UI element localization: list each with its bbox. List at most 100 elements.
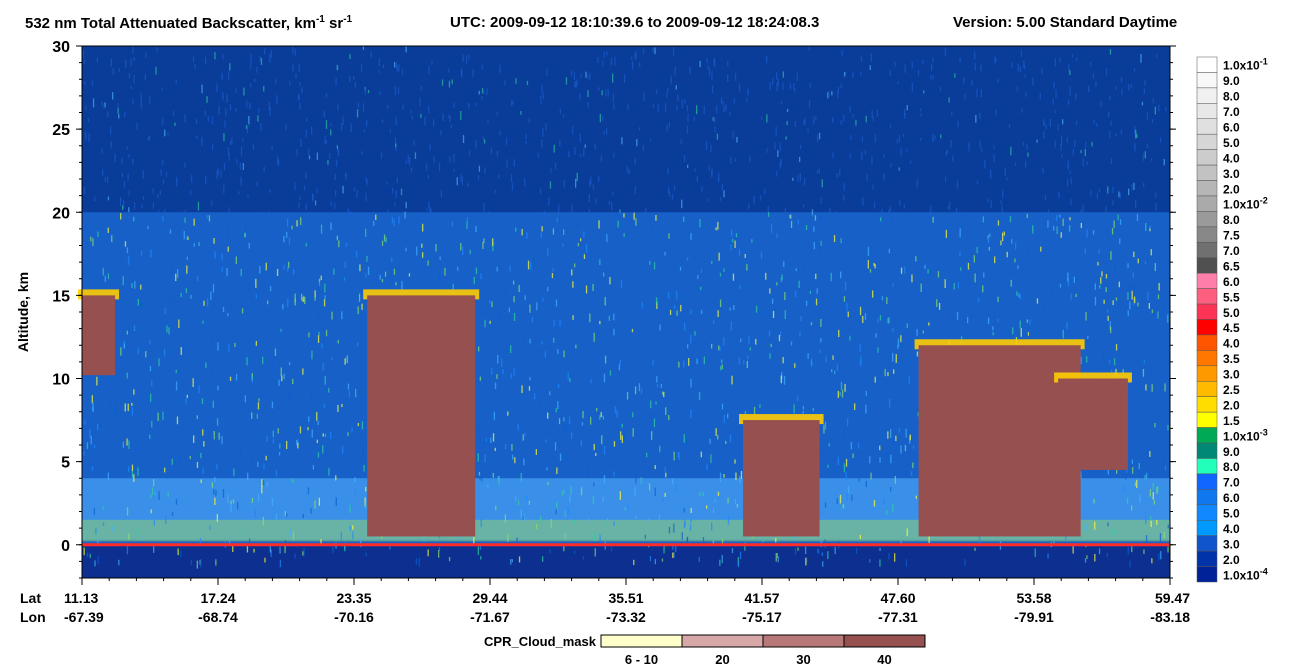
noise-speck [492,238,494,246]
noise-speck [587,471,590,475]
noise-speck [949,201,951,210]
noise-speck [798,280,800,288]
noise-speck [292,478,294,483]
noise-speck [475,140,477,149]
noise-speck [1154,106,1156,115]
noise-speck [567,372,569,380]
noise-speck [716,105,718,114]
noise-speck [410,167,413,173]
noise-speck [1136,479,1138,488]
noise-speck [572,338,574,343]
noise-speck [466,216,468,224]
noise-speck [237,281,239,288]
noise-speck [193,218,195,226]
noise-speck [720,366,722,371]
noise-speck [1070,177,1072,185]
noise-speck [839,169,841,177]
noise-speck [845,458,848,467]
noise-speck [211,336,213,344]
noise-speck [766,55,768,64]
noise-speck [810,322,813,326]
noise-speck [529,304,531,313]
noise-speck [213,370,215,375]
noise-speck [1026,143,1028,151]
noise-speck [766,309,768,317]
noise-speck [203,300,205,306]
lon-tick-label: -75.17 [742,609,782,625]
noise-speck [613,212,616,220]
noise-speck [606,234,608,243]
noise-speck [804,118,806,126]
noise-speck [221,73,223,80]
noise-speck [333,268,335,275]
noise-speck [140,301,142,309]
noise-speck [317,420,319,425]
noise-speck [1026,333,1028,339]
noise-speck [677,94,679,102]
noise-speck [834,370,836,374]
cloud-feature [1058,378,1128,470]
noise-speck [1132,272,1134,279]
noise-speck [262,480,265,486]
noise-speck [980,147,983,152]
noise-speck [820,338,822,343]
noise-speck [1128,84,1130,91]
noise-speck [802,204,805,208]
noise-speck [145,52,147,58]
noise-speck [121,172,123,178]
noise-speck [684,278,686,283]
noise-speck [128,191,130,196]
noise-speck [279,438,281,445]
noise-speck [1089,61,1092,67]
noise-speck [602,115,604,122]
noise-speck [1140,54,1142,63]
noise-speck [507,534,509,542]
noise-speck [494,189,496,193]
noise-speck [294,293,296,302]
noise-speck [829,207,831,213]
noise-speck [836,364,838,372]
noise-speck [700,286,702,291]
colorbar-swatch [1196,365,1218,382]
noise-speck [753,406,756,415]
noise-speck [971,79,973,86]
noise-speck [883,498,885,505]
noise-speck [191,175,193,183]
noise-speck [435,244,437,252]
noise-speck [1167,546,1169,553]
noise-speck [175,273,177,282]
noise-speck [718,345,720,351]
noise-speck [258,471,260,477]
noise-speck [331,357,333,361]
colorbar-label: 3.5 [1223,352,1240,366]
noise-speck [903,204,906,209]
noise-speck [526,80,529,85]
noise-speck [702,491,704,497]
noise-speck [307,487,310,495]
noise-speck [721,403,724,410]
noise-speck [440,190,442,198]
colorbar-label: 5.0 [1223,136,1240,150]
noise-speck [96,529,98,536]
noise-speck [610,57,613,66]
noise-speck [681,99,683,108]
noise-speck [523,335,525,342]
noise-speck [382,64,384,68]
noise-speck [569,378,571,382]
noise-speck [461,68,463,78]
noise-speck [559,108,561,114]
noise-speck [714,499,716,503]
noise-speck [477,175,480,180]
noise-speck [318,282,320,291]
noise-speck [854,403,856,410]
noise-speck [312,193,314,202]
noise-speck [184,209,186,215]
noise-speck [314,411,316,415]
noise-speck [1018,293,1020,298]
noise-speck [1105,67,1108,76]
noise-speck [220,170,222,179]
noise-speck [1002,189,1004,199]
noise-speck [1139,495,1141,503]
noise-speck [123,180,126,189]
noise-speck [223,184,225,194]
